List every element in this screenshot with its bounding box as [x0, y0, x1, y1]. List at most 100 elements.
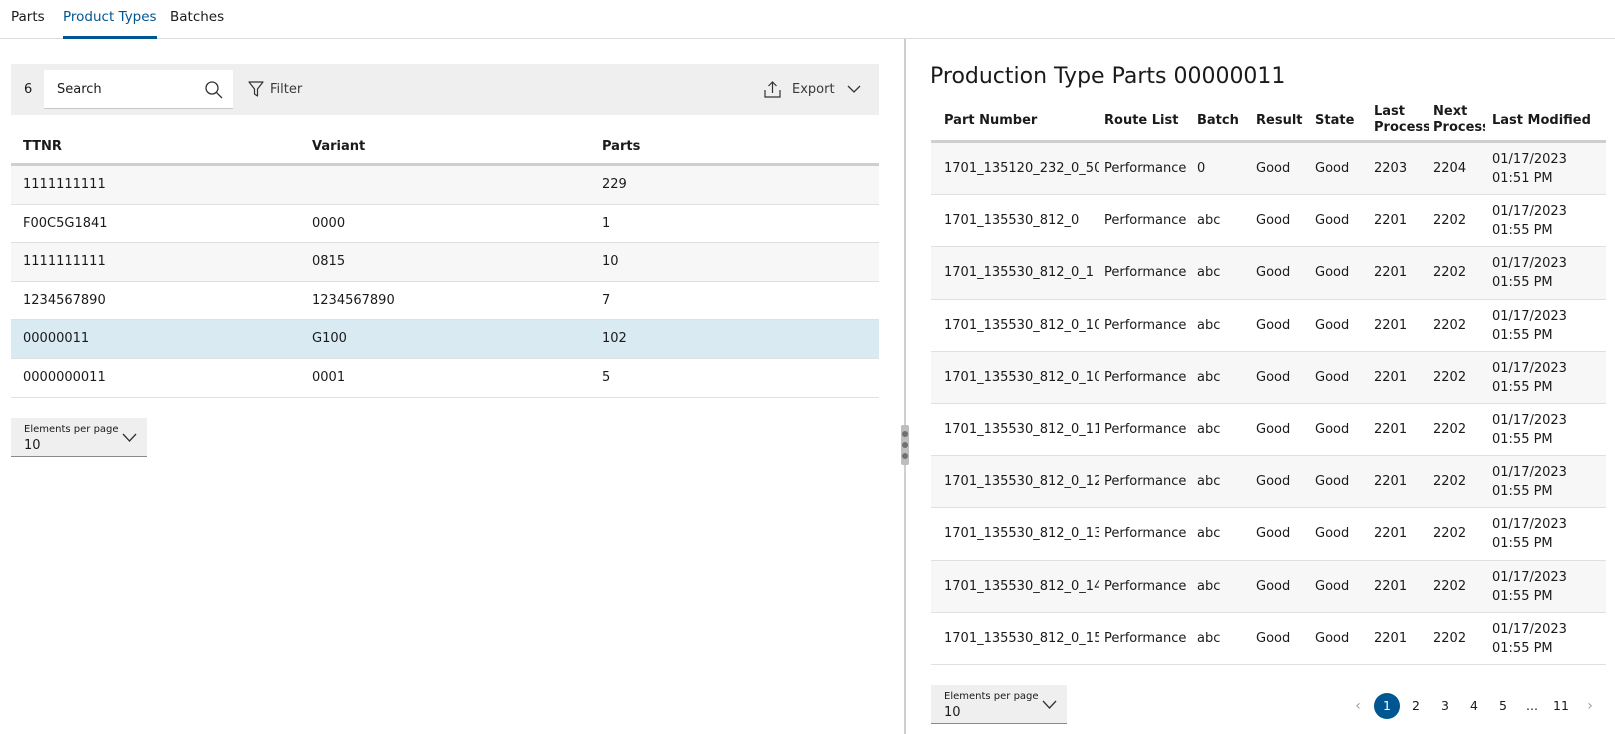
- table-cell: 1701_135530_812_0_15: [944, 630, 1099, 646]
- page-ellipsis: ...: [1526, 698, 1538, 713]
- elements-per-page-select[interactable]: Elements per page 10: [931, 685, 1067, 724]
- table-cell: 1701_135530_812_0_10: [944, 317, 1099, 333]
- column-header-next-process[interactable]: Next Process: [1433, 104, 1485, 136]
- table-cell: 1: [602, 215, 611, 231]
- table-row[interactable]: 1701_135530_812_0_12 Performance abc Good Go…: [931, 456, 1606, 509]
- table-cell: Good: [1256, 421, 1291, 437]
- table-cell: 1701_135530_812_0: [944, 213, 1080, 229]
- table-cell: Performance: [1104, 265, 1187, 281]
- column-header-ttnr[interactable]: TTNR: [23, 130, 62, 163]
- table-cell: 0: [1197, 161, 1206, 176]
- column-header-result[interactable]: Result: [1256, 113, 1311, 129]
- table-cell: 0000: [312, 215, 346, 231]
- column-header-batch[interactable]: Batch: [1197, 113, 1252, 129]
- tab-product-types[interactable]: Product Types: [63, 0, 157, 39]
- page-button[interactable]: 1: [1374, 693, 1400, 719]
- table-row[interactable]: 0000000011 0001 5: [11, 359, 879, 398]
- table-cell: 2203: [1374, 161, 1408, 176]
- table-cell: 5: [602, 369, 611, 385]
- table-cell: Good: [1256, 630, 1291, 646]
- table-cell: 1111111111: [23, 177, 106, 192]
- table-row[interactable]: 1701_135530_812_0_1 Performance abc Good Goo…: [931, 247, 1606, 300]
- tab-batches[interactable]: Batches: [170, 0, 224, 39]
- table-cell: Good: [1256, 213, 1291, 229]
- table-cell: 2201: [1374, 578, 1408, 594]
- page-button[interactable]: 5: [1490, 693, 1516, 719]
- table-cell: 2202: [1433, 578, 1467, 594]
- table-cell: 1701_135530_812_0_11: [944, 421, 1099, 437]
- search-input[interactable]: [44, 70, 194, 108]
- table-cell: Good: [1256, 317, 1291, 333]
- table-row[interactable]: 1701_135530_812_0_13 Performance abc Good Go…: [931, 508, 1606, 561]
- table-cell: Good: [1315, 265, 1350, 281]
- page-button[interactable]: 11: [1548, 693, 1574, 719]
- table-row[interactable]: 1701_135530_812_0 Performance abc Good Good 2…: [931, 195, 1606, 248]
- table-row[interactable]: 1701_135530_812_0_10 Performance abc Good Go…: [931, 351, 1606, 404]
- table-body: 1701_135120_232_0_50 Performance 0 Good Good…: [931, 143, 1606, 665]
- page-button[interactable]: 4: [1461, 693, 1487, 719]
- tab-parts[interactable]: Parts: [11, 0, 45, 39]
- previous-page-button[interactable]: ‹: [1345, 693, 1371, 719]
- table-cell: 01/17/2023 01:55 PM: [1492, 569, 1567, 604]
- table-cell: 2202: [1433, 265, 1467, 281]
- table-cell: Good: [1315, 630, 1350, 646]
- search-icon[interactable]: [204, 80, 224, 100]
- table-header: Part Number Route List Batch Result Stat…: [931, 100, 1606, 143]
- production-type-parts-table: Part Number Route List Batch Result Stat…: [931, 100, 1606, 665]
- table-row[interactable]: 1701_135530_812_0_10 Performance abc Good Go…: [931, 300, 1606, 352]
- table-row[interactable]: 1701_135120_232_0_50 Performance 0 Good Good…: [931, 143, 1606, 196]
- split-divider[interactable]: [904, 39, 906, 734]
- table-cell: G100: [312, 331, 347, 347]
- chevron-down-icon: [1042, 700, 1057, 709]
- export-button[interactable]: Export: [763, 64, 861, 115]
- column-header-state[interactable]: State: [1315, 113, 1370, 129]
- table-cell: 01/17/2023 01:55 PM: [1492, 360, 1567, 395]
- table-cell: Performance: [1104, 474, 1187, 490]
- table-row[interactable]: 00000011 G100 102: [11, 320, 879, 359]
- table-cell: 1234567890: [312, 292, 395, 308]
- filter-button[interactable]: Filter: [248, 64, 302, 115]
- next-page-button[interactable]: ›: [1577, 693, 1603, 719]
- drag-handle-icon[interactable]: [901, 425, 909, 465]
- table-row[interactable]: 1111111111 229: [11, 166, 879, 205]
- column-header-variant[interactable]: Variant: [312, 130, 365, 163]
- column-header-parts[interactable]: Parts: [602, 130, 640, 163]
- column-header-last-modified[interactable]: Last Modified: [1492, 113, 1602, 129]
- result-count: 6: [24, 82, 33, 97]
- column-header-last-process[interactable]: Last Process: [1374, 104, 1429, 136]
- table-cell: 01/17/2023 01:55 PM: [1492, 621, 1567, 656]
- elements-per-page-select[interactable]: Elements per page 10: [11, 418, 147, 457]
- table-cell: abc: [1197, 213, 1221, 229]
- table-cell: 01/17/2023 01:55 PM: [1492, 517, 1567, 552]
- table-cell: 2201: [1374, 474, 1408, 490]
- table-cell: 01/17/2023 01:55 PM: [1492, 204, 1567, 239]
- table-cell: abc: [1197, 317, 1221, 333]
- table-cell: 102: [602, 331, 627, 347]
- table-row[interactable]: 1111111111 0815 10: [11, 243, 879, 282]
- table-cell: 01/17/2023 01:55 PM: [1492, 256, 1567, 291]
- table-cell: 2202: [1433, 369, 1467, 385]
- table-cell: 0815: [312, 254, 346, 270]
- filter-icon: [248, 81, 264, 97]
- table-cell: 229: [602, 177, 627, 192]
- column-header-part-number[interactable]: Part Number: [944, 113, 1099, 129]
- column-header-route-list[interactable]: Route List: [1104, 113, 1192, 129]
- chevron-down-icon: [847, 85, 861, 93]
- table-row[interactable]: 1701_135530_812_0_11 Performance abc Good Go…: [931, 404, 1606, 457]
- table-cell: Good: [1315, 161, 1350, 176]
- page-button[interactable]: 3: [1432, 693, 1458, 719]
- table-cell: 2204: [1433, 161, 1467, 176]
- table-cell: 7: [602, 292, 611, 308]
- table-cell: 1111111111: [23, 254, 106, 270]
- table-row[interactable]: 1234567890 1234567890 7: [11, 282, 879, 321]
- table-cell: F00C5G1841: [23, 215, 108, 231]
- table-cell: 0001: [312, 369, 346, 385]
- table-row[interactable]: 1701_135530_812_0_15 Performance abc Good Go…: [931, 613, 1606, 665]
- table-cell: 2201: [1374, 526, 1408, 542]
- table-cell: abc: [1197, 265, 1221, 281]
- table-row[interactable]: F00C5G1841 0000 1: [11, 205, 879, 244]
- table-row[interactable]: 1701_135530_812_0_14 Performance abc Good Go…: [931, 560, 1606, 613]
- table-cell: abc: [1197, 369, 1221, 385]
- table-cell: 2201: [1374, 317, 1408, 333]
- page-button[interactable]: 2: [1403, 693, 1429, 719]
